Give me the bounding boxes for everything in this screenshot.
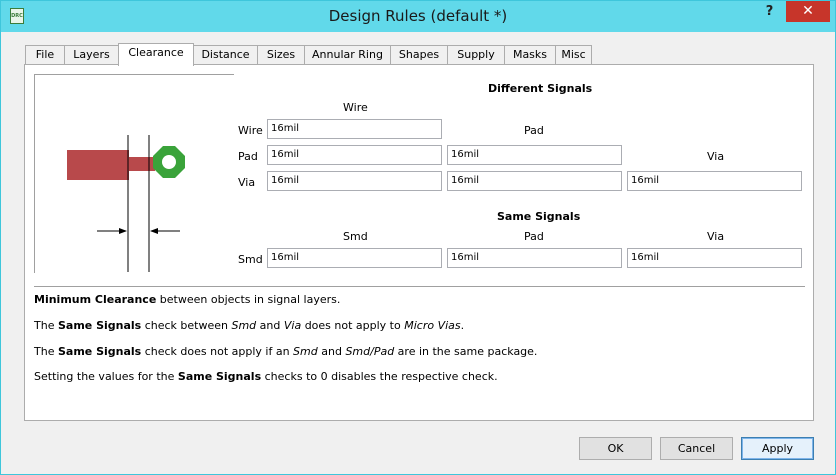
tab-sizes[interactable]: Sizes [257,45,305,64]
same-signals-heading: Same Signals [497,210,581,223]
note-same-package: The Same Signals check does not apply if… [34,345,538,358]
tab-file[interactable]: File [25,45,65,64]
same-col-header-via: Via [707,230,725,243]
col-header-via: Via [707,150,725,163]
via-pad-input[interactable]: 16mil [447,171,622,191]
smd-pad-input[interactable]: 16mil [447,248,622,268]
tab-layers[interactable]: Layers [64,45,119,64]
same-row-label-smd: Smd [238,253,263,266]
row-label-wire: Wire [238,124,263,137]
smd-via-input[interactable]: 16mil [627,248,802,268]
col-header-pad: Pad [524,124,544,137]
cancel-button[interactable]: Cancel [660,437,733,460]
separator [34,286,805,287]
dialog-client: File Layers Clearance Distance Sizes Ann… [9,32,829,468]
wire-stub-shape [125,157,155,171]
note-minimum-clearance: Minimum Clearance between objects in sig… [34,293,341,306]
wire-wire-input[interactable]: 16mil [267,119,442,139]
window-title: Design Rules (default *) [328,7,508,25]
tab-misc[interactable]: Misc [555,45,592,64]
note-zero-disables: Setting the values for the Same Signals … [34,370,498,383]
help-button[interactable]: ? [756,1,783,22]
tab-supply[interactable]: Supply [447,45,505,64]
arrow-right-icon [119,228,127,234]
tab-masks[interactable]: Masks [504,45,556,64]
same-col-header-pad: Pad [524,230,544,243]
apply-button[interactable]: Apply [741,437,814,460]
tab-annular-ring[interactable]: Annular Ring [304,45,391,64]
design-rules-window: DRC Design Rules (default *) ? ✕ File La… [0,0,836,475]
col-header-wire: Wire [343,101,368,114]
note-micro-vias: The Same Signals check between Smd and V… [34,319,465,332]
via-drill-hole [162,155,176,169]
via-wire-input[interactable]: 16mil [267,171,442,191]
ok-button[interactable]: OK [579,437,652,460]
tab-shapes[interactable]: Shapes [390,45,448,64]
close-button[interactable]: ✕ [786,1,830,22]
clearance-diagram [67,135,185,272]
tab-distance[interactable]: Distance [193,45,258,64]
row-label-pad: Pad [238,150,258,163]
different-signals-heading: Different Signals [488,82,593,95]
pad-pad-input[interactable]: 16mil [447,145,622,165]
arrow-left-icon [150,228,158,234]
wire-trace-shape [67,150,129,180]
same-col-header-smd: Smd [343,230,368,243]
smd-smd-input[interactable]: 16mil [267,248,442,268]
title-bar[interactable]: DRC Design Rules (default *) ? ✕ [1,1,835,32]
via-via-input[interactable]: 16mil [627,171,802,191]
row-label-via: Via [238,176,256,189]
pad-wire-input[interactable]: 16mil [267,145,442,165]
tab-clearance[interactable]: Clearance [118,43,194,66]
